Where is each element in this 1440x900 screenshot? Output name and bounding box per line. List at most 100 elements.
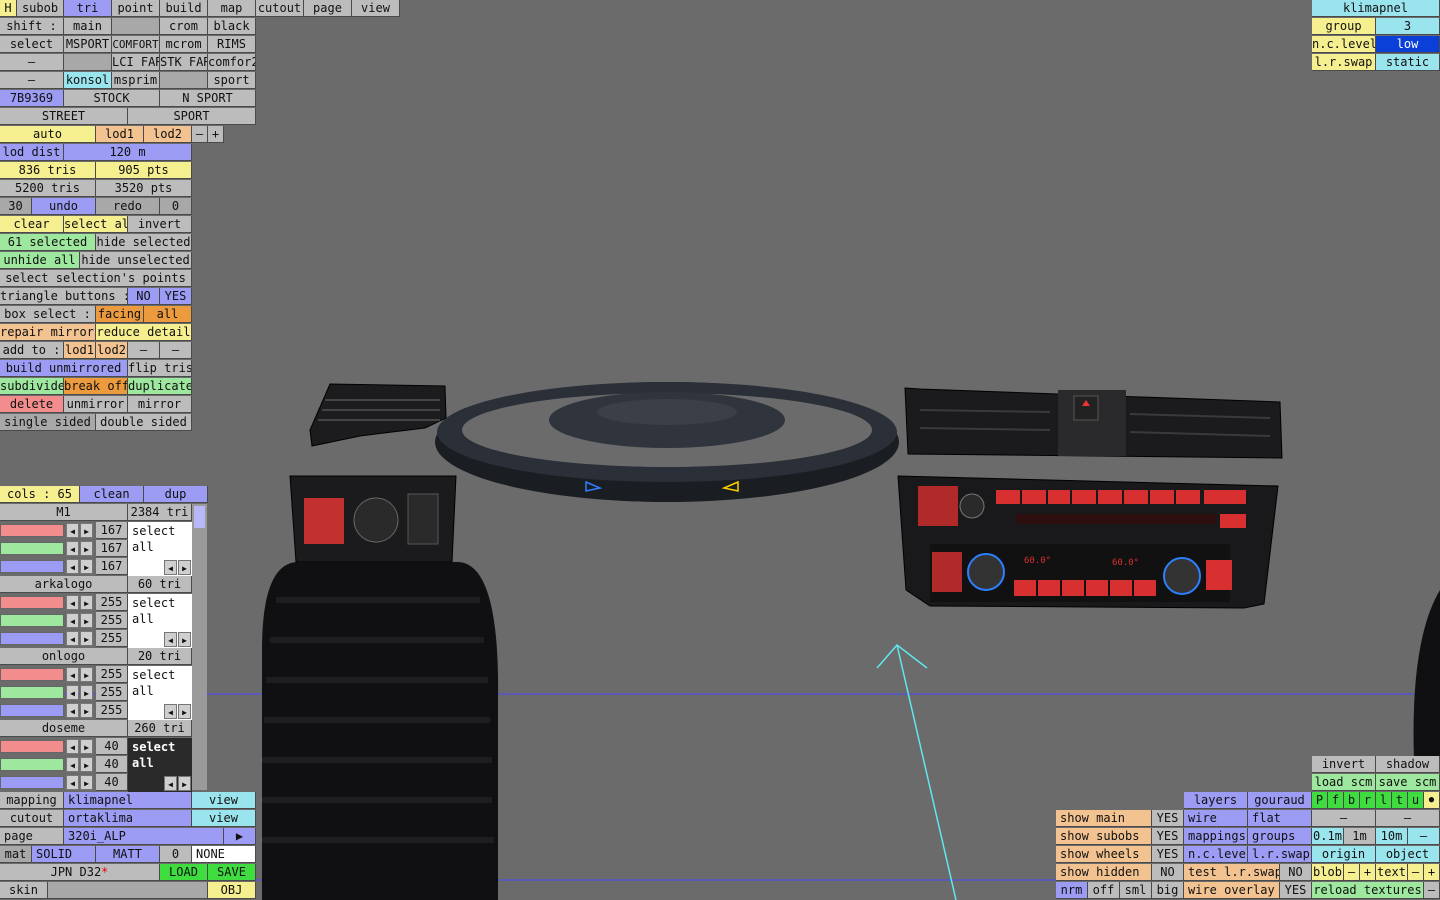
- mat-zero[interactable]: 0: [160, 846, 192, 863]
- reload-textures-button[interactable]: reload textures: [1312, 882, 1424, 899]
- color-value[interactable]: 255: [96, 594, 128, 611]
- view-flag-r[interactable]: r: [1360, 792, 1376, 809]
- grid-dash-button[interactable]: –: [1408, 828, 1440, 845]
- clear-button[interactable]: clear: [0, 216, 64, 233]
- color-value[interactable]: 255: [96, 666, 128, 683]
- double-sided-button[interactable]: double sided: [96, 414, 192, 431]
- decrease-arrow-icon[interactable]: ◀: [66, 559, 79, 574]
- blob-button[interactable]: blob: [1312, 864, 1344, 881]
- n-sport-button[interactable]: N SPORT: [160, 90, 256, 107]
- add-to-lod1[interactable]: lod1: [64, 342, 96, 359]
- duplicate-button[interactable]: duplicate: [128, 378, 192, 395]
- dash-button[interactable]: –: [1312, 810, 1376, 827]
- comfort-button[interactable]: COMFORT: [112, 36, 160, 53]
- mapping-view-button[interactable]: view: [192, 792, 256, 809]
- view-flag-t[interactable]: t: [1392, 792, 1408, 809]
- flip-tris-button[interactable]: flip tris: [128, 360, 192, 377]
- unmirror-button[interactable]: unmirror: [64, 396, 128, 413]
- lod-dist-value[interactable]: 120 m: [64, 144, 192, 161]
- blob-minus-button[interactable]: –: [1344, 864, 1360, 881]
- lci-far-button[interactable]: LCI FAR: [112, 54, 160, 71]
- cutout-view-button[interactable]: view: [192, 810, 256, 827]
- mcrom-button[interactable]: mcrom: [160, 36, 208, 53]
- triangle-buttons-yes[interactable]: YES: [160, 288, 192, 305]
- increase-arrow-icon[interactable]: ▶: [80, 631, 93, 646]
- single-sided-button[interactable]: single sided: [0, 414, 96, 431]
- grid-1m-button[interactable]: 1m: [1344, 828, 1376, 845]
- reload-dash-button[interactable]: –: [1424, 882, 1440, 899]
- sport-button[interactable]: sport: [208, 72, 256, 89]
- sport-variant-button[interactable]: SPORT: [128, 108, 256, 125]
- scrollbar-thumb[interactable]: [194, 506, 205, 528]
- hide-unselected-button[interactable]: hide unselected: [80, 252, 192, 269]
- scroll-right-arrow-icon[interactable]: ▶: [178, 560, 191, 575]
- page-play-button[interactable]: ▶: [224, 828, 256, 845]
- nrm-button[interactable]: nrm: [1056, 882, 1088, 899]
- decrease-arrow-icon[interactable]: ◀: [66, 757, 79, 772]
- cutout-value[interactable]: ortaklima: [64, 810, 192, 827]
- nc-level-low[interactable]: low: [1376, 36, 1440, 53]
- decrease-arrow-icon[interactable]: ◀: [66, 631, 79, 646]
- increase-arrow-icon[interactable]: ▶: [80, 757, 93, 772]
- color-value[interactable]: 40: [96, 774, 128, 791]
- invert-view-button[interactable]: invert: [1312, 756, 1376, 773]
- clean-button[interactable]: clean: [80, 486, 144, 503]
- groups-button[interactable]: groups: [1248, 828, 1312, 845]
- wire-button[interactable]: wire: [1184, 810, 1248, 827]
- h-button[interactable]: H: [0, 0, 17, 17]
- decrease-arrow-icon[interactable]: ◀: [66, 703, 79, 718]
- black-button[interactable]: black: [208, 18, 256, 35]
- color-value[interactable]: 40: [96, 738, 128, 755]
- build-unmirrored-button[interactable]: build unmirrored: [0, 360, 128, 377]
- decrease-arrow-icon[interactable]: ◀: [66, 595, 79, 610]
- material-scrollbar[interactable]: [192, 504, 207, 790]
- material-select-all-button[interactable]: select all: [132, 523, 192, 554]
- box-select-facing[interactable]: facing: [96, 306, 144, 323]
- off-button[interactable]: off: [1088, 882, 1120, 899]
- material-name[interactable]: M1: [0, 504, 128, 521]
- select-selection-points-button[interactable]: select selection's points: [0, 270, 192, 287]
- increase-arrow-icon[interactable]: ▶: [80, 613, 93, 628]
- add-to-dash-1[interactable]: –: [128, 342, 160, 359]
- comfor2-button[interactable]: comfor2: [208, 54, 256, 71]
- group-value[interactable]: 3: [1376, 18, 1440, 35]
- show-main-yes[interactable]: YES: [1152, 810, 1184, 827]
- view-flag-p[interactable]: P: [1312, 792, 1328, 809]
- mat-matt-button[interactable]: MATT: [96, 846, 160, 863]
- material-name[interactable]: doseme: [0, 720, 128, 737]
- cutout-tab[interactable]: cutout: [256, 0, 304, 17]
- decrease-arrow-icon[interactable]: ◀: [66, 541, 79, 556]
- scroll-right-arrow-icon[interactable]: ▶: [178, 704, 191, 719]
- main-button[interactable]: main: [64, 18, 112, 35]
- nc-level-view-button[interactable]: n.c.level: [1184, 846, 1248, 863]
- unhide-all-button[interactable]: unhide all: [0, 252, 80, 269]
- load-scm-button[interactable]: load scm: [1312, 774, 1376, 791]
- page-tab[interactable]: page: [304, 0, 352, 17]
- flag-dot-button[interactable]: ●: [1424, 792, 1440, 809]
- lod-minus-button[interactable]: –: [192, 126, 208, 143]
- color-value[interactable]: 167: [96, 522, 128, 539]
- dash-button[interactable]: –: [1376, 810, 1440, 827]
- stk-far-button[interactable]: STK FAR: [160, 54, 208, 71]
- lr-swap-static[interactable]: static: [1376, 54, 1440, 71]
- dash-button[interactable]: –: [0, 54, 64, 71]
- crom-button[interactable]: crom: [160, 18, 208, 35]
- obj-button[interactable]: OBJ: [208, 882, 256, 899]
- sml-button[interactable]: sml: [1120, 882, 1152, 899]
- color-value[interactable]: 167: [96, 558, 128, 575]
- material-name[interactable]: onlogo: [0, 648, 128, 665]
- grid-10m-button[interactable]: 10m: [1376, 828, 1408, 845]
- color-value[interactable]: 255: [96, 684, 128, 701]
- repair-mirroring-button[interactable]: repair mirroring: [0, 324, 96, 341]
- decrease-arrow-icon[interactable]: ◀: [66, 667, 79, 682]
- increase-arrow-icon[interactable]: ▶: [80, 523, 93, 538]
- lod2-button[interactable]: lod2: [144, 126, 192, 143]
- increase-arrow-icon[interactable]: ▶: [80, 541, 93, 556]
- show-hidden-no[interactable]: NO: [1152, 864, 1184, 881]
- increase-arrow-icon[interactable]: ▶: [80, 703, 93, 718]
- view-flag-b[interactable]: b: [1344, 792, 1360, 809]
- increase-arrow-icon[interactable]: ▶: [80, 595, 93, 610]
- view-flag-u[interactable]: u: [1408, 792, 1424, 809]
- decrease-arrow-icon[interactable]: ◀: [66, 775, 79, 790]
- shadow-button[interactable]: shadow: [1376, 756, 1440, 773]
